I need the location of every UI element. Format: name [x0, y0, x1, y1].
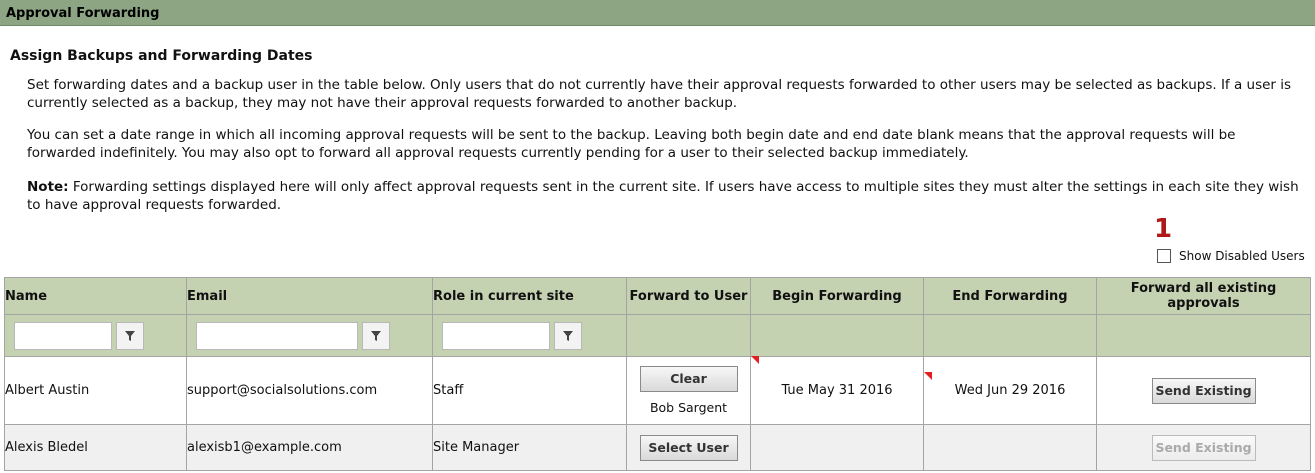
role-cell: Staff [432, 356, 627, 425]
dirty-marker [924, 372, 932, 380]
email-cell: alexisb1@example.com [186, 424, 433, 471]
send-existing-button-disabled: Send Existing [1151, 434, 1256, 461]
begin-date-cell[interactable] [750, 424, 924, 471]
dirty-marker [751, 356, 759, 364]
send-existing-button[interactable]: Send Existing [1151, 377, 1256, 404]
name-filter-button[interactable] [116, 321, 144, 350]
filter-funnel-icon [125, 330, 135, 341]
role-filter-button[interactable] [554, 321, 582, 350]
end-date-value: Wed Jun 29 2016 [954, 383, 1066, 398]
section-heading: Assign Backups and Forwarding Dates [10, 48, 313, 64]
page-title-bar: Approval Forwarding [0, 0, 1315, 26]
show-disabled-users-label: Show Disabled Users [1179, 249, 1305, 263]
select-user-button[interactable]: Select User [639, 434, 738, 461]
email-filter-input[interactable] [196, 321, 358, 350]
filter-funnel-icon [371, 330, 381, 341]
filter-cell-empty [923, 314, 1097, 357]
checkbox-icon[interactable] [1157, 249, 1171, 263]
show-disabled-users-toggle[interactable]: Show Disabled Users [1157, 248, 1305, 264]
filter-cell-empty [750, 314, 924, 357]
send-existing-cell: Send Existing [1096, 424, 1311, 471]
role-cell: Site Manager [432, 424, 627, 471]
send-existing-cell: Send Existing [1096, 356, 1311, 425]
forward-to-cell: Clear Bob Sargent [626, 356, 751, 425]
filter-cell-role [432, 314, 627, 357]
forward-user-name: Bob Sargent [649, 400, 728, 415]
table-header-row: Name Email Role in current site Forward … [4, 277, 1311, 315]
filter-cell-name [4, 314, 187, 357]
begin-date-cell[interactable]: Tue May 31 2016 [750, 356, 924, 425]
column-header-role[interactable]: Role in current site [432, 277, 627, 315]
instructions-paragraph-1: Set forwarding dates and a backup user i… [27, 77, 1292, 111]
instructions-paragraph-2: You can set a date range in which all in… [27, 127, 1236, 161]
instructions-note: Note: Forwarding settings displayed here… [27, 178, 1307, 214]
note-label: Note: [27, 179, 69, 195]
annotation-1: 1 [1154, 214, 1173, 244]
users-table: Name Email Role in current site Forward … [4, 277, 1311, 471]
table-row: Albert Austin support@socialsolutions.co… [4, 356, 1311, 425]
clear-forward-user-button[interactable]: Clear [639, 366, 738, 392]
role-filter-input[interactable] [442, 321, 550, 350]
column-header-forward-to: Forward to User [626, 277, 751, 315]
begin-date-value: Tue May 31 2016 [781, 383, 893, 398]
filter-row [4, 314, 1311, 357]
email-cell: support@socialsolutions.com [186, 356, 433, 425]
forward-to-cell: Select User [626, 424, 751, 471]
filter-cell-empty [626, 314, 751, 357]
name-cell: Alexis Bledel [4, 424, 187, 471]
name-filter-input[interactable] [14, 321, 112, 350]
column-header-email[interactable]: Email [186, 277, 433, 315]
filter-cell-empty [1096, 314, 1311, 357]
column-header-end: End Forwarding [923, 277, 1097, 315]
name-cell: Albert Austin [4, 356, 187, 425]
column-header-forward-all: Forward all existing approvals [1096, 277, 1311, 315]
note-text: Forwarding settings displayed here will … [27, 179, 1299, 213]
column-header-name[interactable]: Name [4, 277, 187, 315]
email-filter-button[interactable] [362, 321, 390, 350]
end-date-cell[interactable]: Wed Jun 29 2016 [923, 356, 1097, 425]
table-row: Alexis Bledel alexisb1@example.com Site … [4, 424, 1311, 471]
filter-funnel-icon [563, 330, 573, 341]
end-date-cell[interactable] [923, 424, 1097, 471]
column-header-begin: Begin Forwarding [750, 277, 924, 315]
filter-cell-email [186, 314, 433, 357]
